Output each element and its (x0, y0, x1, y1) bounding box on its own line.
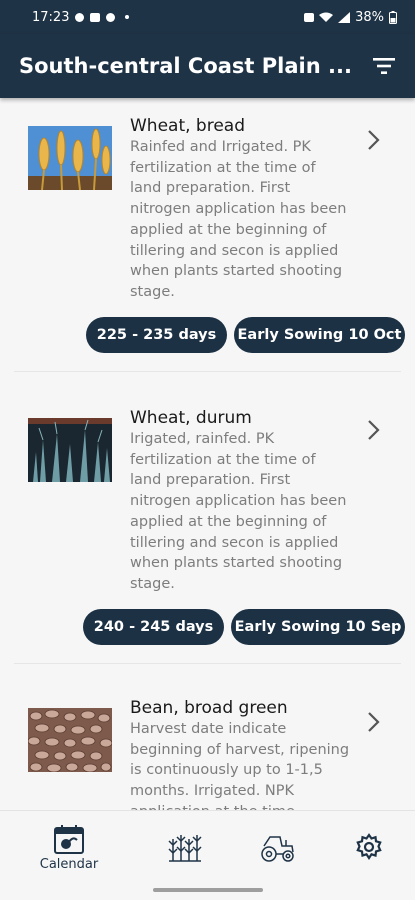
duration-badge: 240 - 245 days (83, 609, 224, 645)
crop-thumbnail (28, 126, 112, 190)
signal-icon (338, 11, 351, 23)
bottom-navigation: Calendar (0, 810, 415, 880)
duration-badge: 225 - 235 days (86, 317, 227, 353)
crop-thumbnail (28, 708, 112, 772)
status-time: 17:23 (32, 9, 70, 25)
nav-crops[interactable] (165, 811, 205, 881)
crop-description: Harvest date indicate beginning of harve… (130, 721, 350, 810)
crop-list-item[interactable]: Wheat, durum Irigated, rainfed. PK ferti… (0, 372, 415, 664)
more-notifications-icon (125, 15, 130, 19)
wifi-icon (319, 12, 334, 22)
notification-icon (75, 12, 85, 22)
crop-description: Irigated, rainfed. PK fertilization at t… (130, 431, 347, 592)
filter-button[interactable] (371, 53, 397, 79)
settings-icon (356, 833, 382, 860)
nav-machinery[interactable] (258, 811, 298, 881)
tractor-icon (261, 836, 294, 862)
nav-settings[interactable] (352, 811, 386, 881)
crop-name: Bean, broad green (130, 698, 288, 718)
nav-calendar[interactable]: Calendar (34, 811, 104, 881)
chevron-right-icon[interactable] (364, 128, 382, 152)
sowing-date-badge: Early Sowing 10 Oct (234, 317, 405, 353)
crop-description: Rainfed and Irrigated. PK fertilization … (130, 139, 347, 300)
battery-icon (389, 10, 397, 24)
calendar-icon (54, 825, 84, 854)
message-icon (90, 12, 101, 22)
crop-name: Wheat, durum (130, 408, 252, 428)
sowing-date-badge: Early Sowing 10 Sep (231, 609, 405, 645)
gesture-bar[interactable] (153, 888, 263, 892)
chevron-right-icon[interactable] (364, 418, 382, 442)
lock-icon (304, 12, 315, 22)
battery-text: 38% (355, 9, 384, 25)
gear-small-icon (106, 12, 116, 22)
crop-thumbnail (28, 418, 112, 482)
app-bar: South-central Coast Plain ... (0, 34, 415, 98)
crop-name: Wheat, bread (130, 116, 246, 136)
page-title: South-central Coast Plain ... (19, 54, 352, 78)
crop-list-item[interactable]: Bean, broad green Harvest date indicate … (0, 664, 415, 810)
status-bar: 17:23 38% (0, 0, 415, 34)
nav-calendar-label: Calendar (39, 857, 99, 872)
filter-icon (373, 58, 395, 74)
crops-icon (168, 835, 202, 862)
crop-list[interactable]: Wheat, bread Rainfed and Irrigated. PK f… (0, 98, 415, 810)
chevron-right-icon[interactable] (364, 710, 382, 734)
crop-list-item[interactable]: Wheat, bread Rainfed and Irrigated. PK f… (0, 98, 415, 372)
